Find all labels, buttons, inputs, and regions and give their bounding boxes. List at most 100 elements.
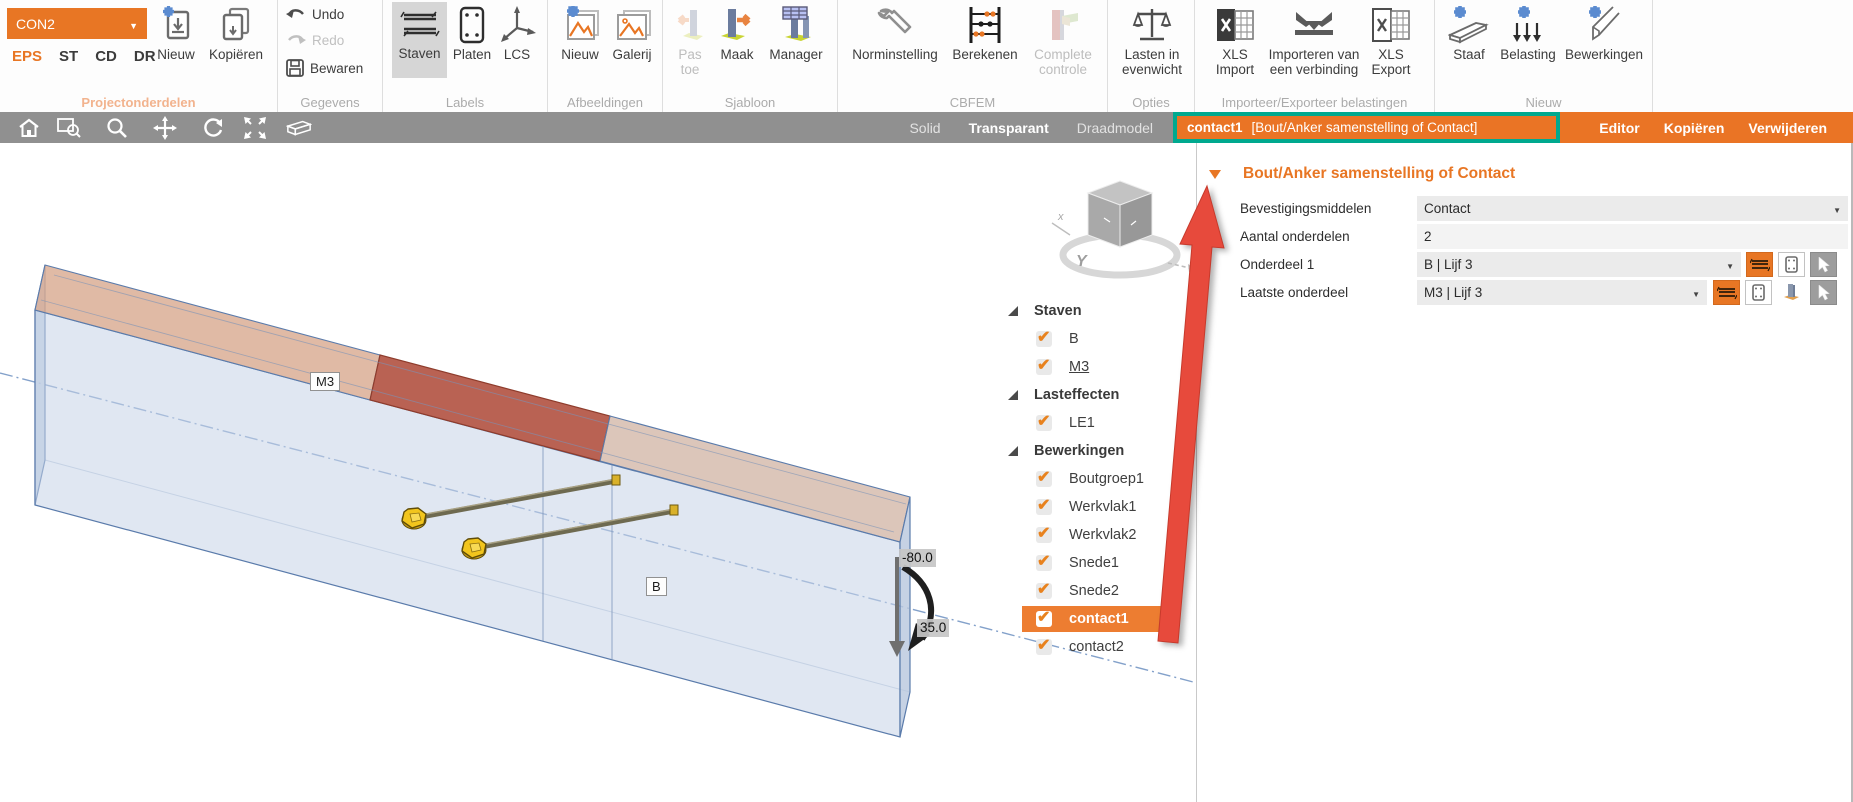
import-connection-icon — [1293, 3, 1335, 47]
mode-transparant[interactable]: Transparant — [969, 120, 1049, 136]
image-gallery-button[interactable]: Galerij — [606, 3, 658, 62]
dimension-value-top[interactable]: -80.0 — [899, 549, 936, 567]
checkbox-checked[interactable] — [1036, 523, 1052, 543]
loads-in-equilibrium-toggle[interactable]: Lasten in evenwicht — [1119, 3, 1185, 77]
tree-group-label: Lasteffecten — [1034, 387, 1120, 403]
tree-group-label: Bewerkingen — [1034, 443, 1125, 459]
bolt-head[interactable] — [401, 507, 427, 530]
calculate-label: Berekenen — [952, 47, 1018, 62]
expander-icon[interactable] — [1008, 306, 1018, 316]
labels-platen-toggle[interactable]: Platen — [449, 3, 495, 62]
mode-solid[interactable]: Solid — [909, 120, 940, 136]
copy-label: Kopiëren — [208, 47, 264, 62]
import-connection-label: Importeren van een verbinding — [1268, 47, 1360, 77]
tab-cd[interactable]: CD — [95, 48, 117, 65]
property-section-title: Bout/Anker samenstelling of Contact — [1243, 165, 1516, 182]
checkbox-checked[interactable] — [1036, 579, 1052, 599]
tree-item-label: Snede2 — [1069, 583, 1119, 599]
new-member-button[interactable]: Staaf — [1445, 3, 1493, 62]
undo-button[interactable]: Undo — [286, 7, 344, 22]
dropdown-value: Contact — [1424, 201, 1471, 216]
checkbox-checked[interactable] — [1036, 327, 1052, 347]
ribbon-group-label: Importeer/Exporteer belastingen — [1221, 95, 1408, 110]
pan-button[interactable] — [152, 116, 178, 140]
zoom-fit-button[interactable] — [242, 116, 268, 140]
labels-lcs-toggle[interactable]: LCS — [495, 3, 539, 62]
copy-object-button[interactable]: Kopiëren — [1664, 120, 1725, 136]
pick-plate-button[interactable] — [1745, 280, 1772, 305]
pick-plate-button[interactable] — [1778, 252, 1805, 277]
checkbox-checked[interactable] — [1036, 551, 1052, 571]
rotate-icon — [204, 118, 223, 137]
labels-staven-toggle[interactable]: Staven — [392, 2, 447, 78]
beam-right-end-face[interactable] — [899, 496, 911, 738]
editor-button[interactable]: Editor — [1599, 120, 1639, 136]
member-label-b[interactable]: B — [646, 577, 667, 596]
pick-member-button[interactable] — [1713, 280, 1740, 305]
checkbox-checked[interactable] — [1036, 607, 1052, 627]
expander-icon[interactable] — [1008, 390, 1018, 400]
image-new-button[interactable]: Nieuw — [554, 3, 606, 62]
field-value: 2 — [1424, 229, 1432, 244]
checkbox-checked[interactable] — [1036, 495, 1052, 515]
dimension-value-bottom[interactable]: 35.0 — [917, 619, 950, 637]
labels-platen-label: Platen — [452, 47, 492, 62]
select-in-scene-button[interactable] — [1810, 252, 1837, 277]
pick-member-button[interactable] — [1746, 252, 1773, 277]
beam-front-face[interactable] — [34, 309, 901, 738]
selected-object-badge[interactable]: contact1 [Bout/Anker samenstelling of Co… — [1173, 112, 1560, 143]
code-setup-button[interactable]: Norminstelling — [846, 3, 944, 62]
checkbox-checked[interactable] — [1036, 355, 1052, 375]
viewport-3d[interactable]: x Y M3 B -80.0 35.0 Staven B M3 Lasteffe… — [0, 143, 1197, 802]
delete-object-button[interactable]: Verwijderen — [1748, 120, 1827, 136]
aantal-onderdelen-field[interactable]: 2 — [1417, 224, 1848, 249]
xls-import-button[interactable]: XLS Import — [1211, 3, 1259, 77]
rotate-button[interactable] — [200, 116, 226, 140]
connection-selector-value: CON2 — [16, 15, 55, 32]
template-manager-button[interactable]: Manager — [763, 3, 829, 62]
checkbox-checked[interactable] — [1036, 635, 1052, 655]
tab-eps[interactable]: EPS — [12, 48, 42, 65]
copy-project-item-button[interactable]: Kopiëren — [203, 3, 269, 62]
template-manager-icon — [777, 3, 815, 47]
select-in-scene-button[interactable] — [1810, 280, 1837, 305]
save-button[interactable]: Bewaren — [286, 59, 363, 77]
zoom-button[interactable] — [104, 116, 130, 140]
view-toolbar: Solid Transparant Draadmodel — [0, 112, 1197, 143]
new-load-button[interactable]: Belasting — [1497, 3, 1559, 62]
solid-view-button[interactable] — [286, 116, 312, 140]
mode-draadmodel[interactable]: Draadmodel — [1077, 120, 1153, 136]
bolt-head[interactable] — [461, 537, 487, 560]
xls-export-button[interactable]: XLS Export — [1367, 3, 1415, 77]
bevestigingsmiddelen-dropdown[interactable]: Contact — [1417, 196, 1848, 221]
abacus-icon — [963, 3, 1007, 47]
complete-check-button[interactable]: Complete controle — [1026, 3, 1100, 77]
ribbon-group-label: Sjabloon — [724, 95, 776, 110]
import-connection-button[interactable]: Importeren van een verbinding — [1261, 3, 1367, 77]
member-label-m3[interactable]: M3 — [310, 372, 341, 391]
checkbox-checked[interactable] — [1036, 467, 1052, 487]
pick-anchor-button[interactable] — [1777, 280, 1804, 305]
template-apply-button[interactable]: Pas toe — [669, 3, 711, 77]
laatste-onderdeel-dropdown[interactable]: M3 | Lijf 3 — [1417, 280, 1707, 305]
tree-item-label: Snede1 — [1069, 555, 1119, 571]
tree-item-label: Boutgroep1 — [1069, 471, 1144, 487]
template-manager-label: Manager — [769, 47, 823, 62]
zoom-window-icon — [57, 118, 81, 138]
new-operation-button[interactable]: Bewerkingen — [1561, 3, 1647, 62]
onderdeel1-dropdown[interactable]: B | Lijf 3 — [1417, 252, 1741, 277]
template-create-button[interactable]: Maak — [713, 3, 761, 62]
home-view-button[interactable] — [16, 116, 42, 140]
expander-icon[interactable] — [1008, 446, 1018, 456]
property-section-header[interactable]: Bout/Anker samenstelling of Contact — [1209, 165, 1515, 183]
zoom-window-button[interactable] — [56, 116, 82, 140]
calculate-button[interactable]: Berekenen — [948, 3, 1022, 62]
checkbox-checked[interactable] — [1036, 411, 1052, 431]
new-project-item-button[interactable]: Nieuw — [150, 3, 202, 62]
ribbon-group-afbeeldingen: Nieuw Galerij Afbeeldingen — [548, 0, 663, 112]
ribbon-group-label: Opties — [1132, 95, 1170, 110]
connection-selector[interactable]: CON2 — [7, 8, 147, 39]
redo-button[interactable]: Redo — [286, 33, 344, 48]
tab-st[interactable]: ST — [59, 48, 78, 65]
ribbon-group-opties: Lasten in evenwicht Opties — [1108, 0, 1195, 112]
